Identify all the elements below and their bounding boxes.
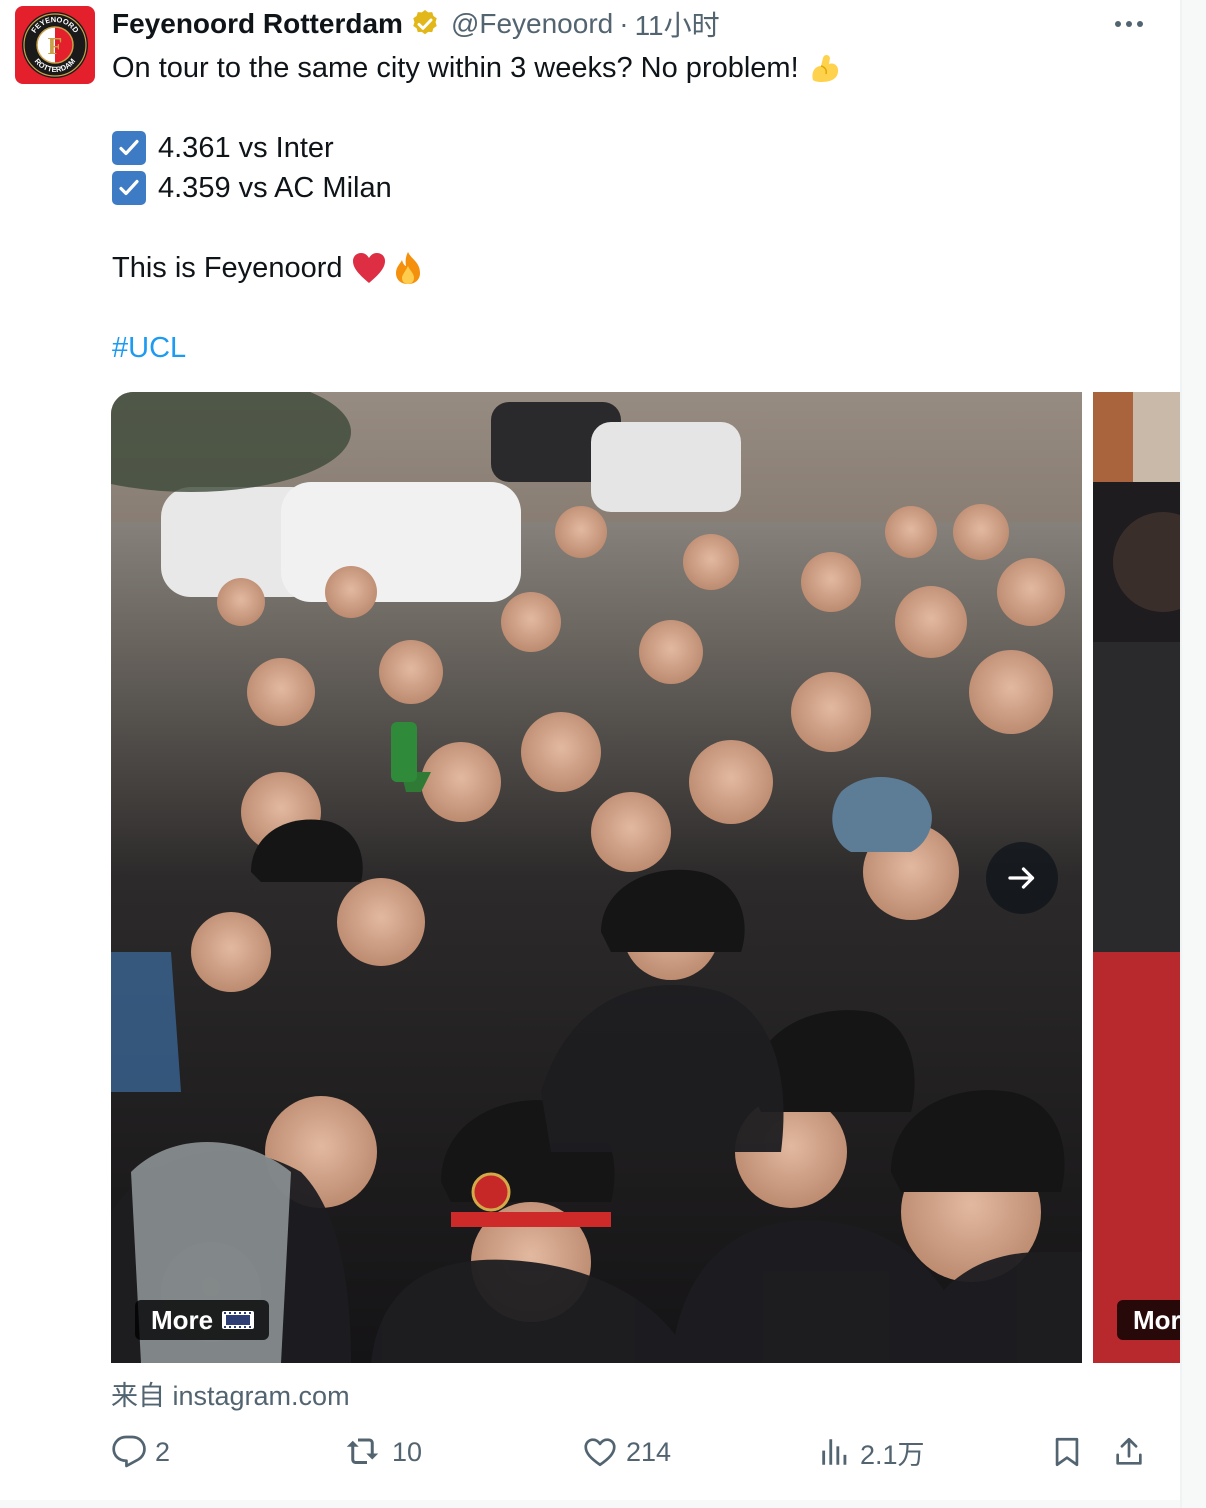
share-button[interactable] <box>1112 1428 1154 1476</box>
hashtag-link[interactable]: #UCL <box>112 328 186 368</box>
retweet-count: 10 <box>392 1436 423 1467</box>
like-count: 214 <box>626 1436 672 1467</box>
next-media-button[interactable] <box>986 842 1058 914</box>
crowd-photo <box>111 392 1082 1363</box>
media-image-next[interactable] <box>1093 392 1180 1363</box>
media-image[interactable] <box>111 392 1082 1363</box>
checkbox-checked-icon <box>112 131 146 165</box>
crowd-photo-next <box>1093 392 1180 1363</box>
column-divider <box>1180 0 1182 1508</box>
reply-button[interactable]: 2 <box>111 1428 170 1476</box>
heart-icon <box>584 1438 616 1467</box>
tweet-line-1: On tour to the same city within 3 weeks?… <box>112 52 799 84</box>
reply-count: 2 <box>155 1436 171 1467</box>
red-heart-icon <box>351 251 387 285</box>
retweet-button[interactable]: 10 <box>344 1428 422 1476</box>
views-count: 2.1万 <box>860 1439 925 1470</box>
more-media-button[interactable]: More <box>135 1300 269 1340</box>
retweet-icon <box>346 1438 379 1464</box>
more-media-button-next[interactable]: Mor <box>1117 1300 1180 1340</box>
feyenoord-logo-icon: FEYENOORD ROTTERDAM F <box>22 12 88 78</box>
bookmark-icon <box>1055 1437 1079 1467</box>
action-bar: 2 10 214 2.1万 <box>0 1428 1180 1476</box>
verified-badge-icon <box>409 8 441 40</box>
author-name[interactable]: Feyenoord Rotterdam <box>112 8 403 40</box>
tweet-line-4: This is Feyenoord <box>112 252 343 284</box>
author-handle[interactable]: @Feyenoord <box>451 8 613 40</box>
flexed-biceps-icon <box>807 50 843 86</box>
reply-icon <box>112 1435 146 1468</box>
tweet-text: On tour to the same city within 3 weeks?… <box>112 48 1152 368</box>
more-dots-icon <box>1115 21 1143 27</box>
more-options-button[interactable] <box>1110 8 1148 40</box>
avatar[interactable]: FEYENOORD ROTTERDAM F <box>15 6 95 84</box>
more-media-label-next: Mor <box>1133 1304 1180 1335</box>
analytics-icon <box>822 1439 847 1465</box>
timestamp[interactable]: 11小时 <box>635 4 720 44</box>
tweet-line-2: 4.361 vs Inter <box>158 132 334 164</box>
share-icon <box>1116 1437 1142 1465</box>
tweet-line-3: 4.359 vs AC Milan <box>158 172 392 204</box>
header-separator: · <box>619 8 629 39</box>
film-strip-icon <box>222 1311 255 1329</box>
checkbox-checked-icon <box>112 171 146 205</box>
source-link[interactable]: 来自 instagram.com <box>111 1374 350 1413</box>
views-button[interactable]: 2.1万 <box>818 1428 925 1476</box>
fire-icon <box>391 250 425 286</box>
more-media-label: More <box>151 1304 214 1335</box>
like-button[interactable]: 214 <box>582 1428 671 1476</box>
arrow-right-icon <box>1008 867 1035 889</box>
bookmark-button[interactable] <box>1050 1428 1092 1476</box>
logo-letter: F <box>48 34 63 60</box>
tweet-header: Feyenoord Rotterdam @Feyenoord · 11小时 <box>112 6 720 42</box>
tweet-card[interactable]: FEYENOORD ROTTERDAM F Feyenoord Rotterda… <box>0 0 1180 1500</box>
